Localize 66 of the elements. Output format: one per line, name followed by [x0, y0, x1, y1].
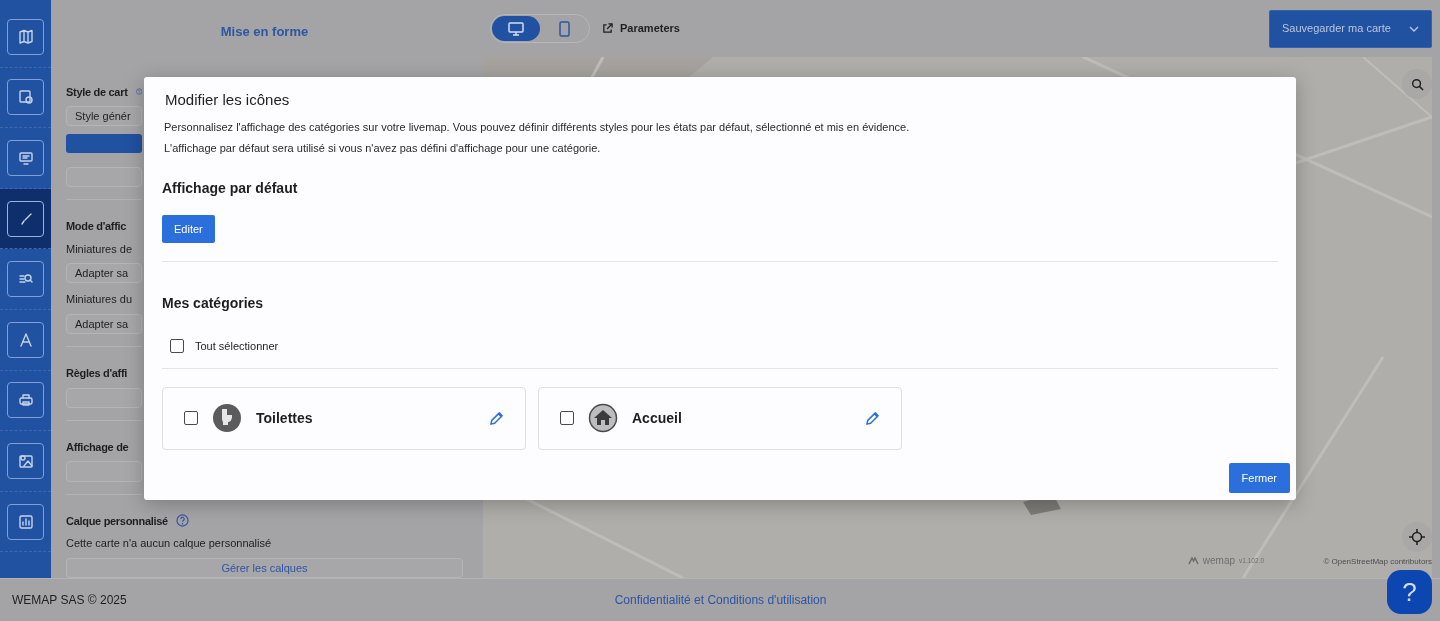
sidebar-button[interactable] — [7, 382, 44, 419]
map-attribution: © OpenStreetMap contributors — [1323, 556, 1432, 568]
printer-icon — [17, 392, 34, 409]
monitor-icon — [508, 21, 524, 36]
modal-title: Modifier les icônes — [165, 91, 291, 109]
home-icon — [588, 403, 618, 434]
section-heading: Affichage par défaut — [162, 180, 299, 197]
description-text: L'affichage par défaut sera utilisé si vous n'avez pas défini d'affichage pour une catégorie. — [164, 140, 602, 156]
select-field[interactable] — [66, 387, 142, 408]
select-field[interactable]: Style génér — [66, 106, 142, 127]
pencil-icon — [865, 410, 880, 426]
checkbox[interactable] — [170, 339, 184, 354]
map-icon — [17, 28, 34, 45]
logo-icon — [1187, 556, 1199, 565]
section-heading: Affichage de — [66, 439, 129, 455]
caret-icon — [1409, 25, 1419, 32]
sidebar-button[interactable] — [7, 321, 44, 358]
monitor-icon — [17, 150, 34, 166]
field-label: Miniatures de — [66, 241, 134, 257]
external-link-icon — [602, 23, 613, 34]
map-image-icon — [17, 452, 34, 469]
checkbox-label: Tout sélectionner — [195, 339, 279, 355]
primary-button[interactable] — [66, 134, 142, 154]
sidebar-button[interactable] — [7, 503, 44, 540]
brand-name: wemap — [1202, 554, 1236, 568]
crosshair-icon — [1409, 529, 1425, 545]
sidebar-button[interactable] — [7, 140, 44, 176]
map-pin-icon — [17, 89, 34, 106]
search-icon — [1410, 77, 1424, 91]
edit-button[interactable]: Editer — [162, 214, 215, 244]
sidebar-button[interactable] — [7, 18, 44, 55]
edit-button[interactable] — [489, 410, 504, 426]
category-name: Toilettes — [256, 408, 314, 428]
help-button[interactable]: ? — [1387, 570, 1432, 614]
select-field[interactable] — [66, 167, 142, 188]
field-label: Miniatures du — [66, 292, 134, 308]
select-field[interactable]: Adapter sa — [66, 313, 142, 335]
copyright-text: WEMAP SAS © 2025 — [12, 592, 127, 609]
sidebar-button[interactable] — [7, 79, 44, 116]
toilet-icon — [212, 403, 242, 434]
chart-icon — [17, 513, 34, 530]
section-heading: Style de cart — [66, 84, 128, 100]
desktop-view-button[interactable] — [492, 16, 540, 41]
pencil-icon — [489, 410, 504, 426]
parameters-link[interactable]: Parameters — [602, 20, 680, 37]
checkbox[interactable] — [184, 411, 198, 426]
sidebar-button[interactable] — [7, 261, 44, 298]
select-field[interactable] — [66, 461, 142, 482]
save-map-button[interactable]: Sauvegarder ma carte — [1269, 9, 1432, 48]
sidebar-button[interactable] — [7, 200, 44, 237]
edit-button[interactable] — [865, 410, 880, 426]
section-heading: Mode d'affic — [66, 219, 127, 235]
text-icon — [17, 331, 34, 348]
checkbox[interactable] — [560, 411, 574, 426]
close-button[interactable]: Fermer — [1228, 462, 1290, 493]
section-heading: Règles d'affi — [66, 366, 128, 382]
field-label: Cette carte n'a aucun calque personnalisé — [66, 536, 273, 551]
section-heading: Calque personnalisé — [66, 513, 168, 529]
category-name: Accueil — [632, 408, 683, 428]
select-field[interactable]: Adapter sa — [66, 263, 142, 284]
help-icon[interactable] — [175, 514, 189, 528]
phone-icon — [558, 20, 570, 37]
section-heading: Mes catégories — [162, 295, 265, 313]
sidebar-button[interactable] — [7, 442, 44, 479]
panel-title: Mise en forme — [219, 23, 310, 41]
description-text: Personnalisez l'affichage des catégories sur votre livemap. Vous pouvez définir différents styles pour les états par défaut, sélectionné et mis en évidence. — [164, 120, 911, 135]
